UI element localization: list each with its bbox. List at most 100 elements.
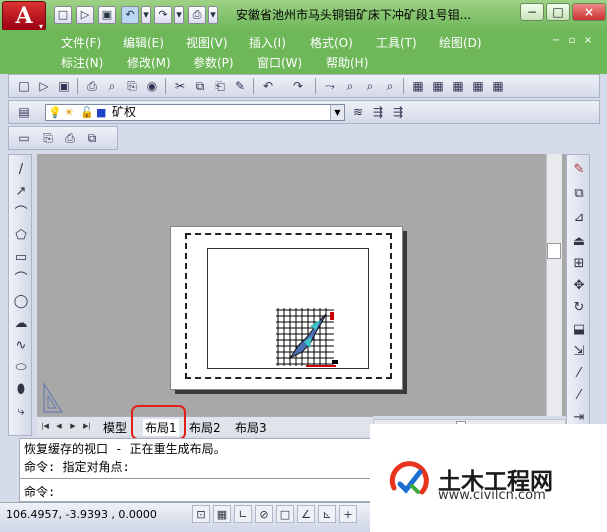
undo-button[interactable]: ↶ bbox=[121, 6, 139, 24]
redo-icon[interactable]: ↷ bbox=[289, 77, 307, 95]
redo-button[interactable]: ↷ bbox=[154, 6, 172, 24]
arc-icon[interactable]: ⌒ bbox=[12, 271, 30, 289]
chevron-down-icon[interactable]: ▼ bbox=[330, 105, 344, 120]
tab-layout2[interactable]: 布局2 bbox=[189, 419, 221, 436]
open-file-button[interactable]: ▷ bbox=[76, 6, 94, 24]
paste-icon[interactable]: ⎗ bbox=[211, 77, 229, 95]
publish-icon[interactable]: ⎘ bbox=[123, 77, 141, 95]
sheet-set-icon[interactable]: ▦ bbox=[469, 77, 487, 95]
mirror-icon[interactable]: ⊿ bbox=[570, 209, 588, 227]
grid-icon[interactable]: ▦ bbox=[213, 505, 231, 523]
zoom-previous-icon[interactable]: ⌕ bbox=[381, 77, 399, 95]
menu-format[interactable]: 格式(O) bbox=[310, 34, 353, 51]
command-prompt[interactable]: 命令: bbox=[24, 483, 55, 500]
menu-parametric[interactable]: 参数(P) bbox=[193, 54, 234, 71]
application-menu-button[interactable]: A ▾ bbox=[2, 1, 46, 31]
design-center-icon[interactable]: ▦ bbox=[429, 77, 447, 95]
revision-cloud-icon[interactable]: ☁ bbox=[12, 315, 30, 333]
layer-properties-icon[interactable]: ▤ bbox=[15, 103, 33, 121]
menu-view[interactable]: 视图(V) bbox=[186, 34, 228, 51]
save-icon[interactable]: ▣ bbox=[55, 77, 73, 95]
qnew-icon[interactable]: □ bbox=[15, 77, 33, 95]
close-button[interactable]: × bbox=[572, 3, 606, 21]
plot-dropdown-icon[interactable]: ▾ bbox=[208, 6, 218, 24]
layout-icon[interactable]: ⎘ bbox=[39, 129, 57, 147]
undo-dropdown-icon[interactable]: ▾ bbox=[141, 6, 151, 24]
rectangle-icon[interactable]: ▭ bbox=[12, 249, 30, 267]
properties-icon[interactable]: ▦ bbox=[409, 77, 427, 95]
markup-icon[interactable]: ▦ bbox=[489, 77, 507, 95]
zoom-window-icon[interactable]: ⌕ bbox=[361, 77, 379, 95]
array-icon[interactable]: ⊞ bbox=[570, 255, 588, 273]
snap-icon[interactable]: ⊡ bbox=[192, 505, 210, 523]
ellipse-arc-icon[interactable]: ⬮ bbox=[12, 381, 30, 399]
drawing-restore-button[interactable]: ▫ bbox=[566, 35, 578, 47]
layer-previous-icon[interactable]: ⇶ bbox=[369, 103, 387, 121]
undo-icon[interactable]: ↶ bbox=[259, 77, 277, 95]
ellipse-icon[interactable]: ⬭ bbox=[12, 359, 30, 377]
vertical-scrollbar[interactable] bbox=[546, 154, 562, 416]
construction-line-icon[interactable]: ↗ bbox=[12, 183, 30, 201]
tab-layout3[interactable]: 布局3 bbox=[235, 419, 267, 436]
image-icon[interactable]: ⧉ bbox=[83, 129, 101, 147]
copy-object-icon[interactable]: ⧉ bbox=[570, 185, 588, 203]
match-properties-icon[interactable]: ✎ bbox=[231, 77, 249, 95]
insert-block-icon[interactable]: ⤷ bbox=[12, 403, 30, 421]
command-window-grip[interactable] bbox=[10, 438, 20, 502]
ruler-icon[interactable]: ▭ bbox=[15, 129, 33, 147]
layer-dropdown[interactable]: 💡 ☀ 🔓 ■ 矿权 ▼ bbox=[45, 104, 345, 121]
zoom-realtime-icon[interactable]: ⌕ bbox=[341, 77, 359, 95]
scale-icon[interactable]: ⬓ bbox=[570, 321, 588, 339]
line-icon[interactable]: / bbox=[12, 161, 30, 179]
menu-insert[interactable]: 插入(I) bbox=[249, 34, 286, 51]
cut-icon[interactable]: ✂ bbox=[171, 77, 189, 95]
menu-dimension[interactable]: 标注(N) bbox=[61, 54, 103, 71]
minimize-button[interactable]: − bbox=[520, 3, 544, 21]
new-file-button[interactable]: □ bbox=[54, 6, 72, 24]
rotate-icon[interactable]: ↻ bbox=[570, 299, 588, 317]
spline-icon[interactable]: ∿ bbox=[12, 337, 30, 355]
drawing-minimize-button[interactable]: − bbox=[550, 35, 562, 47]
menu-edit[interactable]: 编辑(E) bbox=[123, 34, 164, 51]
extend-icon[interactable]: ⁄ bbox=[570, 387, 588, 405]
ortho-icon[interactable]: ∟ bbox=[234, 505, 252, 523]
osnap-icon[interactable]: □ bbox=[276, 505, 294, 523]
trim-icon[interactable]: ⁄ bbox=[570, 365, 588, 383]
coordinate-readout[interactable]: 106.4957, -3.9393 , 0.0000 bbox=[6, 508, 157, 521]
menu-draw[interactable]: 绘图(D) bbox=[439, 34, 482, 51]
first-tab-button[interactable]: |◀ bbox=[40, 420, 50, 432]
menu-window[interactable]: 窗口(W) bbox=[257, 54, 302, 71]
offset-icon[interactable]: ⏏ bbox=[570, 233, 588, 251]
open-icon[interactable]: ▷ bbox=[35, 77, 53, 95]
copy-icon[interactable]: ⧉ bbox=[191, 77, 209, 95]
plot-button[interactable]: ⎙ bbox=[188, 6, 206, 24]
tab-model[interactable]: 模型 bbox=[103, 419, 127, 436]
menu-file[interactable]: 文件(F) bbox=[61, 34, 101, 51]
polar-icon[interactable]: ⊘ bbox=[255, 505, 273, 523]
vertical-scroll-thumb[interactable] bbox=[547, 243, 561, 259]
last-tab-button[interactable]: ▶| bbox=[82, 420, 92, 432]
dyn-icon[interactable]: + bbox=[339, 505, 357, 523]
plot-icon[interactable]: ⎙ bbox=[83, 77, 101, 95]
redo-dropdown-icon[interactable]: ▾ bbox=[174, 6, 184, 24]
make-object-layer-current-icon[interactable]: ≋ bbox=[349, 103, 367, 121]
otrack-icon[interactable]: ∠ bbox=[297, 505, 315, 523]
menu-tools[interactable]: 工具(T) bbox=[376, 34, 417, 51]
pan-icon[interactable]: ⤳ bbox=[321, 77, 339, 95]
menu-help[interactable]: 帮助(H) bbox=[326, 54, 368, 71]
text-icon[interactable]: ⎙ bbox=[61, 129, 79, 147]
restore-button[interactable]: □ bbox=[546, 3, 570, 21]
erase-icon[interactable]: ✎ bbox=[570, 161, 588, 179]
stretch-icon[interactable]: ⇲ bbox=[570, 343, 588, 361]
save-button[interactable]: ▣ bbox=[98, 6, 116, 24]
preview-icon[interactable]: ⌕ bbox=[103, 77, 121, 95]
tool-palettes-icon[interactable]: ▦ bbox=[449, 77, 467, 95]
polygon-icon[interactable]: ⬠ bbox=[12, 227, 30, 245]
move-icon[interactable]: ✥ bbox=[570, 277, 588, 295]
ducs-icon[interactable]: ⊾ bbox=[318, 505, 336, 523]
circle-icon[interactable]: ◯ bbox=[12, 293, 30, 311]
3d-dwf-icon[interactable]: ◉ bbox=[143, 77, 161, 95]
previous-tab-button[interactable]: ◀ bbox=[54, 420, 64, 432]
drawing-close-button[interactable]: × bbox=[582, 35, 594, 47]
layer-states-icon[interactable]: ⇶ bbox=[389, 103, 407, 121]
